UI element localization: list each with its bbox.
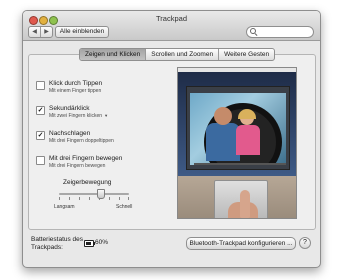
slider-tick bbox=[128, 197, 129, 200]
forward-button[interactable]: ▶ bbox=[40, 27, 52, 37]
gesture-demo-video bbox=[177, 67, 297, 219]
search-field[interactable] bbox=[246, 26, 314, 38]
option-title: Klick durch Tippen bbox=[49, 80, 103, 87]
configure-bluetooth-trackpad-button[interactable]: Bluetooth-Trackpad konfigurieren ... bbox=[186, 237, 296, 250]
tab-point-and-click[interactable]: Zeigen und Klicken bbox=[80, 49, 146, 60]
tab-scroll-and-zoom[interactable]: Scrollen und Zoomen bbox=[145, 49, 218, 60]
tracking-speed-thumb[interactable] bbox=[97, 189, 105, 199]
finger-image bbox=[240, 190, 250, 218]
chevron-down-icon: ▼ bbox=[104, 113, 109, 118]
battery-value: 60% bbox=[95, 239, 109, 246]
option-subtitle: Mit drei Fingern bewegen bbox=[49, 163, 106, 169]
battery-icon bbox=[84, 240, 95, 247]
option-title: Mit drei Fingern bewegen bbox=[49, 155, 123, 162]
man-head bbox=[214, 107, 232, 125]
man-figure bbox=[206, 123, 240, 161]
show-all-button[interactable]: Alle einblenden bbox=[55, 26, 109, 38]
slider-tick bbox=[69, 197, 70, 200]
slider-tick bbox=[59, 197, 60, 200]
secondary-click-checkbox[interactable]: ✓ bbox=[36, 106, 45, 115]
demo-photo-window bbox=[186, 86, 290, 170]
slider-tick bbox=[119, 197, 120, 200]
toolbar: Trackpad ◀ ▶ Alle einblenden bbox=[23, 11, 320, 41]
help-button[interactable]: ? bbox=[299, 237, 311, 249]
thumbnail-strip bbox=[194, 163, 286, 165]
tab-bar: Zeigen und Klicken Scrollen und Zoomen W… bbox=[79, 48, 276, 61]
window-title: Trackpad bbox=[156, 14, 187, 23]
option-subtitle: Mit drei Fingern doppeltippen bbox=[49, 138, 114, 144]
history-nav: ◀ ▶ bbox=[28, 26, 53, 38]
search-icon bbox=[250, 28, 256, 34]
secondary-click-dropdown[interactable]: Mit zwei Fingern klicken ▼ bbox=[49, 113, 108, 119]
look-up-checkbox[interactable]: ✓ bbox=[36, 131, 45, 140]
option-subtitle: Mit einem Finger tippen bbox=[49, 88, 102, 94]
back-button[interactable]: ◀ bbox=[29, 27, 40, 37]
slider-tick bbox=[109, 197, 110, 200]
tracking-speed-slider[interactable] bbox=[59, 193, 129, 195]
demo-screen bbox=[178, 68, 296, 176]
tracking-speed-label: Zeigerbewegung bbox=[63, 179, 112, 186]
girl-figure bbox=[236, 125, 260, 155]
slider-min-label: Langsam bbox=[54, 204, 75, 210]
slider-tick bbox=[89, 197, 90, 200]
option-title: Nachschlagen bbox=[49, 130, 91, 137]
tab-more-gestures[interactable]: Weitere Gesten bbox=[218, 49, 274, 60]
three-finger-drag-checkbox[interactable] bbox=[36, 156, 45, 165]
demo-photo bbox=[190, 93, 286, 165]
search-input[interactable] bbox=[258, 27, 308, 37]
option-title: Sekundärklick bbox=[49, 105, 90, 112]
tap-to-click-checkbox[interactable] bbox=[36, 81, 45, 90]
demo-menubar bbox=[178, 68, 296, 72]
battery-label: Batteriestatus des Trackpads: bbox=[31, 236, 84, 251]
slider-max-label: Schnell bbox=[116, 204, 133, 210]
preferences-window: Trackpad ◀ ▶ Alle einblenden Zeigen und … bbox=[22, 10, 321, 268]
option-subtitle: Mit zwei Fingern klicken bbox=[49, 113, 103, 119]
slider-tick bbox=[79, 197, 80, 200]
